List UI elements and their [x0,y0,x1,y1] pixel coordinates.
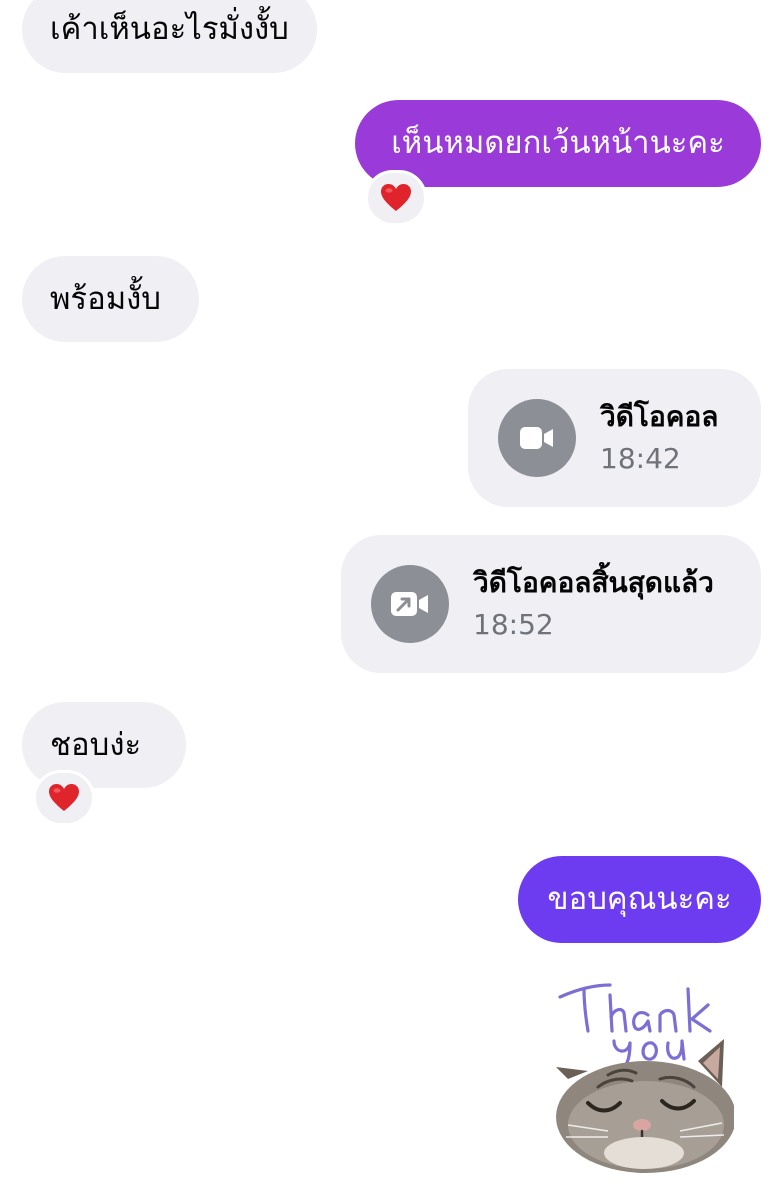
message-text: ขอบคุณนะคะ [547,881,732,917]
heart-emoji-icon [381,184,411,211]
message-bubble-outgoing[interactable]: ขอบคุณนะคะ [518,856,761,943]
message-bubble-outgoing[interactable]: เห็นหมดยกเว้นหน้านะคะ [355,100,761,187]
video-call-ended-card[interactable]: วิดีโอคอลสิ้นสุดแล้ว 18:52 [341,535,761,673]
message-bubble-incoming[interactable]: เค้าเห็นอะไรมั่งงั้บ [22,0,317,73]
video-call-ended-icon [371,565,449,643]
cat-thank-you-sticker[interactable] [548,975,736,1175]
message-text: เห็นหมดยกเว้นหน้านะคะ [391,125,725,161]
heart-reaction-badge[interactable] [33,770,95,826]
call-time: 18:52 [473,608,554,641]
call-time: 18:42 [600,442,681,475]
message-text: ชอบง่ะ [50,726,142,763]
message-text: พร้อมงั้บ [50,280,161,317]
call-title: วิดีโอคอล [600,400,719,434]
message-text: เค้าเห็นอะไรมั่งงั้บ [50,11,289,47]
call-title: วิดีโอคอลสิ้นสุดแล้ว [473,566,714,600]
video-call-card[interactable]: วิดีโอคอล 18:42 [468,369,761,507]
heart-reaction-badge[interactable] [365,170,427,226]
heart-emoji-icon [49,784,79,811]
message-bubble-incoming[interactable]: พร้อมงั้บ [22,256,199,342]
video-camera-icon [498,399,576,477]
